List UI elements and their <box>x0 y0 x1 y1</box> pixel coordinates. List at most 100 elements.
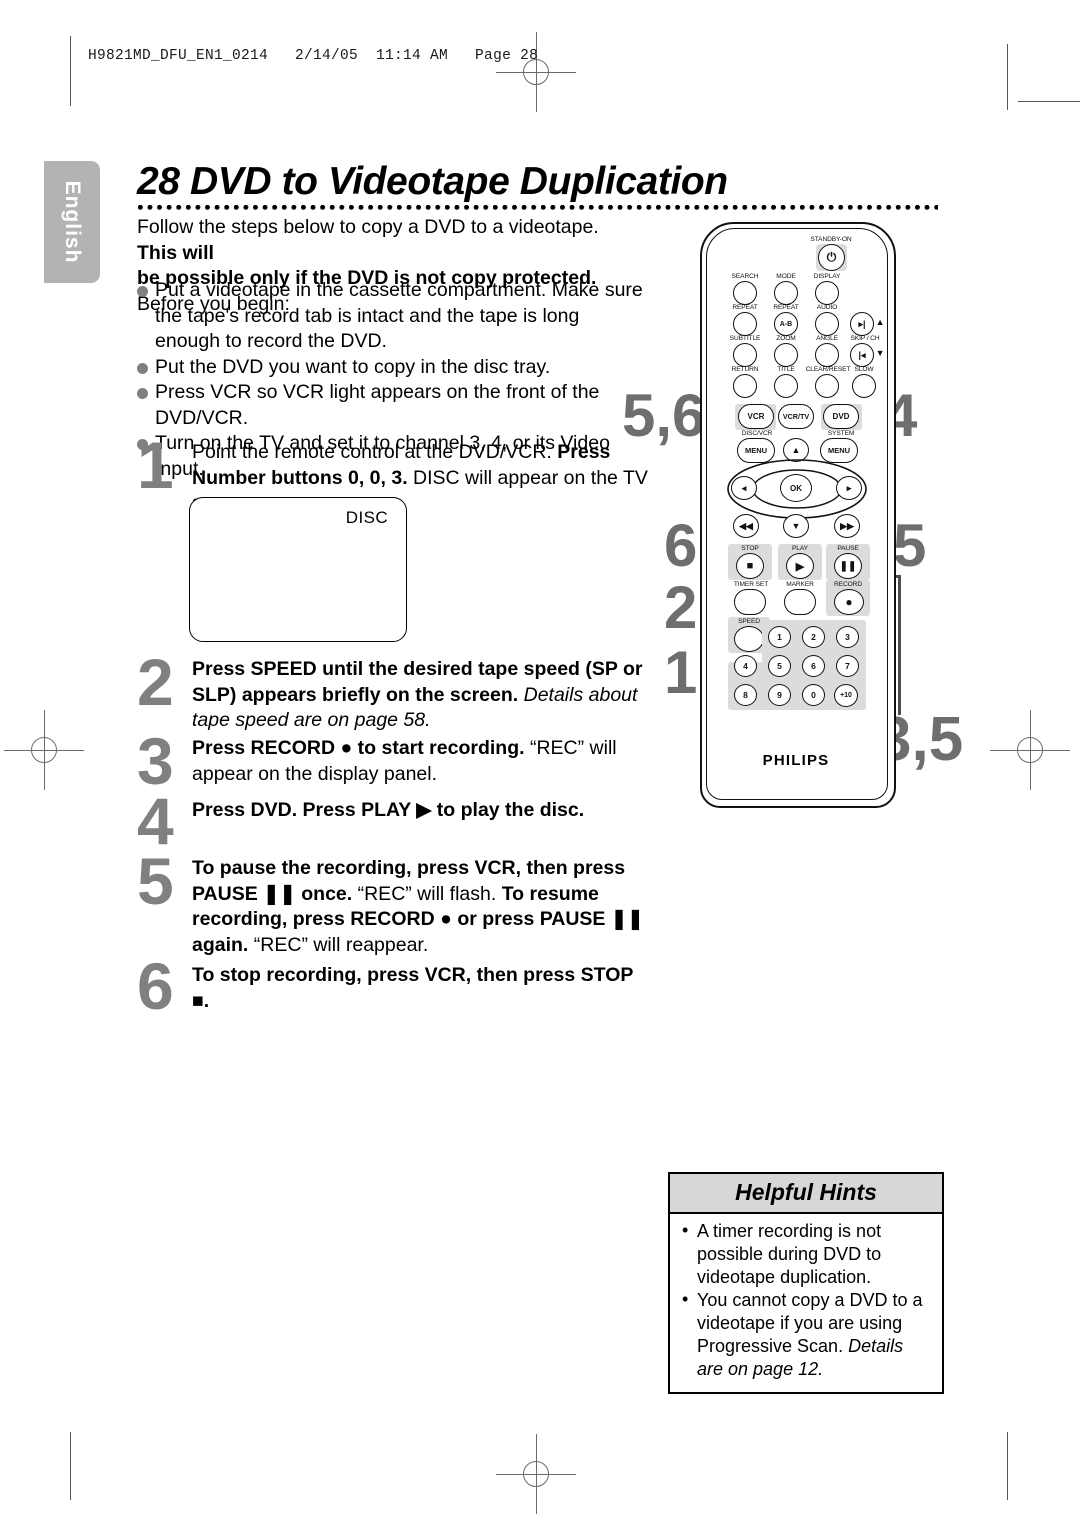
numpad-8-label: 8 <box>743 690 748 700</box>
hint-text: A timer recording is not possible during… <box>697 1221 882 1287</box>
numpad-7-button[interactable]: 7 <box>836 655 859 677</box>
dvd-mode-button[interactable]: DVD <box>823 404 859 429</box>
numpad-1-label: 1 <box>777 632 782 642</box>
hint-item: You cannot copy a DVD to a videotape if … <box>680 1288 932 1381</box>
print-slug: H9821MD_DFU_EN1_0214 2/14/05 11:14 AM Pa… <box>88 48 539 64</box>
repeat-ab-key-label: A-B <box>779 320 793 328</box>
audio-button[interactable] <box>815 312 839 336</box>
system-menu-label: MENU <box>827 446 851 455</box>
crop-line-bottom-left-v <box>70 1432 72 1500</box>
zoom-button[interactable] <box>774 343 798 367</box>
callout-2: 2 <box>664 574 698 641</box>
step-4-number: 4 <box>137 784 174 858</box>
numpad-5-label: 5 <box>777 661 782 671</box>
repeat-ab-button[interactable]: A-B <box>774 312 798 336</box>
helpful-hints-body: A timer recording is not possible during… <box>670 1214 942 1392</box>
slow-label: SLOW <box>854 366 874 373</box>
registration-mark-bottom <box>496 1434 576 1514</box>
fast-forward-button[interactable]: ▶▶ <box>834 514 860 538</box>
numpad-1-button[interactable]: 1 <box>768 626 791 648</box>
clear-reset-button[interactable] <box>815 374 839 398</box>
numpad-plus10-label: +10 <box>840 692 852 699</box>
hint-item: A timer recording is not possible during… <box>680 1219 932 1289</box>
repeat-button[interactable] <box>733 312 757 336</box>
skip-forward-button[interactable]: ▸| <box>850 312 874 336</box>
numpad-3-label: 3 <box>845 632 850 642</box>
numpad-6-button[interactable]: 6 <box>802 655 825 677</box>
callout-5: 5 <box>893 512 927 579</box>
dotted-rule-divider <box>138 205 938 214</box>
record-button[interactable]: ● <box>834 589 864 615</box>
timer-set-label: TIMER SET <box>733 581 769 588</box>
page-title: 28 DVD to Videotape Duplication <box>137 160 728 203</box>
numpad-4-button[interactable]: 4 <box>734 655 757 677</box>
angle-button[interactable] <box>815 343 839 367</box>
numpad-2-button[interactable]: 2 <box>802 626 825 648</box>
play-button[interactable]: ▶ <box>786 553 814 579</box>
step-1-number: 1 <box>137 428 174 502</box>
title-button[interactable] <box>774 374 798 398</box>
mode-label: MODE <box>776 273 796 280</box>
speed-label: SPEED <box>738 618 760 625</box>
return-button[interactable] <box>733 374 757 398</box>
vcr-tv-button[interactable]: VCR/TV <box>778 404 814 429</box>
angle-label: ANGLE <box>816 335 838 342</box>
ok-button[interactable]: OK <box>780 474 812 502</box>
list-item: Put the DVD you want to copy in the disc… <box>137 355 649 381</box>
callout-6: 6 <box>664 512 698 579</box>
remote-control-illustration: STANDBY-ON ⏻ SEARCH MODE DISPLAY REPEAT … <box>700 222 896 808</box>
numpad-2-label: 2 <box>811 632 816 642</box>
display-button[interactable] <box>815 281 839 305</box>
play-label: PLAY <box>792 545 808 552</box>
mode-button[interactable] <box>774 281 798 305</box>
record-label: RECORD <box>834 581 862 588</box>
bullet-text: Put the DVD you want to copy in the disc… <box>155 355 551 378</box>
marker-button[interactable] <box>784 589 816 615</box>
marker-label: MARKER <box>786 581 814 588</box>
crop-line-top-left-v <box>70 36 72 106</box>
slow-button[interactable] <box>852 374 876 398</box>
vcr-tv-label: VCR/TV <box>782 412 810 421</box>
numpad-9-label: 9 <box>777 690 782 700</box>
numpad-9-button[interactable]: 9 <box>768 684 791 706</box>
stop-button[interactable]: ■ <box>736 553 764 579</box>
clear-reset-label: CLEAR/RESET <box>805 366 851 373</box>
crop-line-top-right-v <box>1007 44 1009 110</box>
step-4-text: Press DVD. Press PLAY ▶ to play the disc… <box>192 799 585 821</box>
tv-screen-osd-text: DISC <box>345 508 388 527</box>
speed-button[interactable] <box>734 626 764 652</box>
vcr-mode-label: VCR <box>747 412 765 421</box>
vcr-mode-button[interactable]: VCR <box>738 404 774 429</box>
rewind-button[interactable]: ◀◀ <box>733 514 759 538</box>
step-6-text: To stop recording, press VCR, then press… <box>192 964 634 1012</box>
step-2-number: 2 <box>137 645 174 719</box>
nav-down-button[interactable]: ▼ <box>783 514 809 538</box>
repeat-ab-label: REPEAT <box>773 304 799 311</box>
skip-back-button[interactable]: |◂ <box>850 343 874 367</box>
disc-vcr-menu-label: MENU <box>744 446 768 455</box>
crop-line-top-right-h <box>1018 101 1080 103</box>
nav-left-button[interactable]: ◂ <box>731 476 757 500</box>
subtitle-label: SUBTITLE <box>729 335 761 342</box>
step-3-number: 3 <box>137 724 174 798</box>
pause-label: PAUSE <box>837 545 859 552</box>
numpad-3-button[interactable]: 3 <box>836 626 859 648</box>
skip-ch-label: SKIP / CH <box>850 335 880 342</box>
numpad-8-button[interactable]: 8 <box>734 684 757 706</box>
callout-5-6: 5,6 <box>622 382 706 449</box>
numpad-5-button[interactable]: 5 <box>768 655 791 677</box>
language-tab-label: English <box>61 180 84 264</box>
crop-line-bottom-right-v <box>1007 1432 1009 1500</box>
pause-button[interactable]: ❚❚ <box>834 553 862 579</box>
numpad-0-button[interactable]: 0 <box>802 684 825 706</box>
helpful-hints-title: Helpful Hints <box>670 1174 942 1214</box>
numpad-7-label: 7 <box>845 661 850 671</box>
numpad-plus10-button[interactable]: +10 <box>834 684 858 707</box>
standby-on-button[interactable]: ⏻ <box>818 244 845 271</box>
nav-right-button[interactable]: ▸ <box>836 476 862 500</box>
timer-set-button[interactable] <box>734 589 766 615</box>
search-button[interactable] <box>733 281 757 305</box>
audio-label: AUDIO <box>816 304 838 311</box>
step-3-text: Press RECORD ● to start recording. “REC”… <box>192 737 617 785</box>
subtitle-button[interactable] <box>733 343 757 367</box>
